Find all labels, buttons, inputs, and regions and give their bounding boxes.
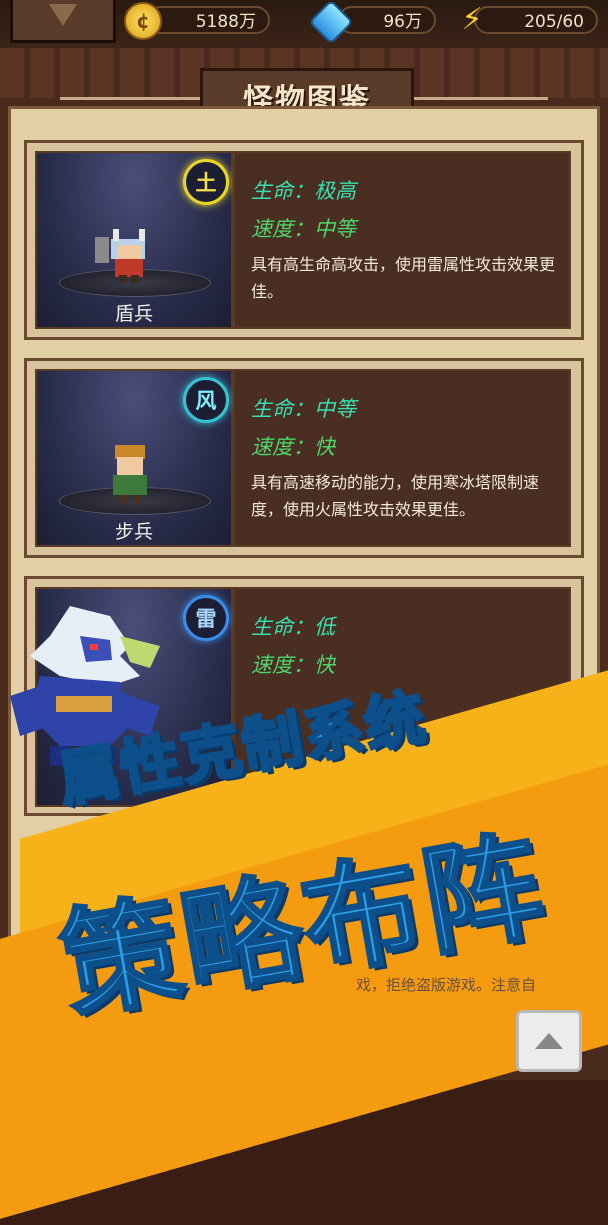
arrow-up-icon bbox=[535, 1033, 563, 1049]
monster-card-shield-soldier[interactable]: 盾兵 土 生命：极高 速度：中等 具有高生命高攻击，使用雷属性攻击效果更佳。 bbox=[24, 140, 584, 340]
monster-description: 具有高速移动的能力，使用寒冰塔限制速度，使用火属性攻击效果更佳。 bbox=[251, 473, 540, 519]
avatar-emblem-icon bbox=[49, 4, 77, 26]
earth-element-icon: 土 bbox=[183, 159, 229, 205]
monster-hp: 生命：极高 bbox=[251, 179, 356, 203]
gold-counter[interactable]: 5188万 bbox=[146, 6, 270, 34]
wind-element-icon: 风 bbox=[183, 377, 229, 423]
shield-soldier-sprite bbox=[95, 229, 145, 283]
lightning-bolt-icon: ⚡ bbox=[461, 1, 483, 37]
energy-counter[interactable]: 205/60 bbox=[474, 6, 598, 34]
monster-info: 生命：极高 速度：中等 具有高生命高攻击，使用雷属性攻击效果更佳。 bbox=[233, 151, 571, 329]
monster-hp: 生命：中等 bbox=[251, 397, 356, 421]
monster-portrait: 盾兵 土 bbox=[35, 151, 233, 329]
monster-portrait: 步兵 风 bbox=[35, 369, 233, 547]
infantry-sprite bbox=[113, 445, 147, 503]
coin-icon: ¢ bbox=[124, 2, 162, 40]
gem-counter[interactable]: 96万 bbox=[338, 6, 436, 34]
player-avatar-frame[interactable] bbox=[10, 0, 116, 43]
monster-description: 具有高生命高攻击，使用雷属性攻击效果更佳。 bbox=[251, 255, 556, 301]
monster-name: 步兵 bbox=[114, 521, 153, 543]
scroll-up-button[interactable] bbox=[516, 1010, 582, 1072]
monster-speed: 速度：快 bbox=[251, 435, 335, 459]
monster-info: 生命：中等 速度：快 具有高速移动的能力，使用寒冰塔限制速度，使用火属性攻击效果… bbox=[233, 369, 571, 547]
monster-speed: 速度：中等 bbox=[251, 217, 356, 241]
footer-notice: 戏，拒绝盗版游戏。注意自 bbox=[356, 976, 537, 994]
monster-name: 盾兵 bbox=[114, 303, 153, 325]
monster-card-infantry[interactable]: 步兵 风 生命：中等 速度：快 具有高速移动的能力，使用寒冰塔限制速度，使用火属… bbox=[24, 358, 584, 558]
